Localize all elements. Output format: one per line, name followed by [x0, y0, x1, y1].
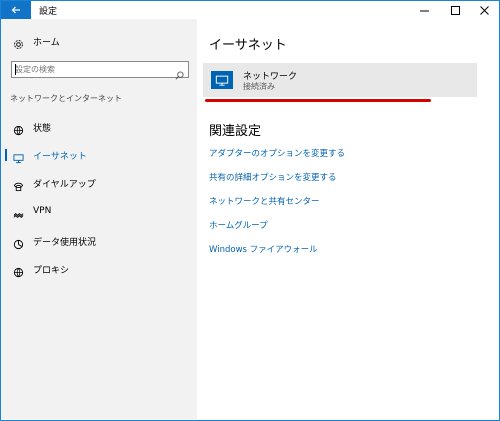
- app-title: 設定: [39, 7, 58, 17]
- data-usage-icon: [13, 235, 24, 250]
- search-icon[interactable]: [175, 65, 184, 80]
- link-homegroup[interactable]: ホームグループ: [209, 219, 268, 231]
- page-title: イーサネット: [209, 38, 287, 53]
- text-caret: [15, 64, 16, 75]
- dialup-icon: [13, 177, 24, 192]
- ethernet-icon: [13, 149, 24, 164]
- close-button[interactable]: [469, 1, 499, 19]
- status-globe-icon: [13, 121, 24, 136]
- title-bar: 設定: [1, 1, 499, 19]
- sidebar-item-label: データ使用状況: [33, 238, 97, 248]
- sidebar-item-dialup[interactable]: ダイヤルアップ: [1, 174, 197, 192]
- proxy-globe-icon: [13, 263, 24, 278]
- maximize-button[interactable]: [440, 1, 470, 19]
- sidebar-item-label: VPN: [33, 206, 52, 216]
- active-indicator: [5, 149, 7, 161]
- settings-window: 設定 ホーム 設定の検索 ネットワークとインターネット 状態 イーサネット ダイ…: [0, 0, 500, 421]
- main-content: イーサネット ネットワーク 接続済み 関連設定 アダプターのオプションを変更する…: [197, 19, 499, 419]
- sidebar-item-label: 状態: [33, 124, 52, 134]
- vpn-icon: [13, 206, 24, 218]
- back-button[interactable]: [1, 1, 31, 19]
- maximize-icon: [450, 5, 460, 15]
- back-arrow-icon: [11, 6, 20, 14]
- monitor-icon: [211, 71, 233, 89]
- search-field[interactable]: [11, 61, 189, 80]
- sidebar-item-proxy[interactable]: プロキシ: [1, 260, 197, 278]
- sidebar-item-data-usage[interactable]: データ使用状況: [1, 232, 197, 250]
- sidebar-item-label: ホーム: [33, 38, 60, 48]
- sidebar-item-label: イーサネット: [33, 152, 87, 162]
- sidebar-item-ethernet[interactable]: イーサネット: [1, 146, 197, 164]
- minimize-button[interactable]: [409, 1, 439, 19]
- sidebar-item-home[interactable]: ホーム: [1, 33, 197, 49]
- link-adapter-options[interactable]: アダプターのオプションを変更する: [209, 147, 345, 159]
- sidebar-item-vpn[interactable]: VPN: [1, 203, 197, 221]
- sidebar-item-status[interactable]: 状態: [1, 118, 197, 136]
- network-status: 接続済み: [243, 82, 275, 91]
- related-settings-heading: 関連設定: [209, 124, 262, 139]
- sidebar-item-label: プロキシ: [33, 266, 70, 276]
- gear-icon: [13, 35, 24, 49]
- network-connection-card[interactable]: ネットワーク 接続済み: [203, 63, 477, 97]
- minimize-icon: [419, 10, 429, 11]
- link-advanced-sharing[interactable]: 共有の詳細オプションを変更する: [209, 171, 337, 183]
- link-windows-firewall[interactable]: Windows ファイアウォール: [209, 243, 318, 255]
- search-input[interactable]: [15, 63, 165, 75]
- section-heading: ネットワークとインターネット: [10, 94, 122, 103]
- close-icon: [479, 5, 489, 15]
- link-network-sharing-center[interactable]: ネットワークと共有センター: [209, 195, 320, 207]
- annotation-underline: [205, 99, 431, 102]
- sidebar-item-label: ダイヤルアップ: [33, 180, 96, 190]
- sidebar: ホーム ネットワークとインターネット 状態: [1, 19, 197, 419]
